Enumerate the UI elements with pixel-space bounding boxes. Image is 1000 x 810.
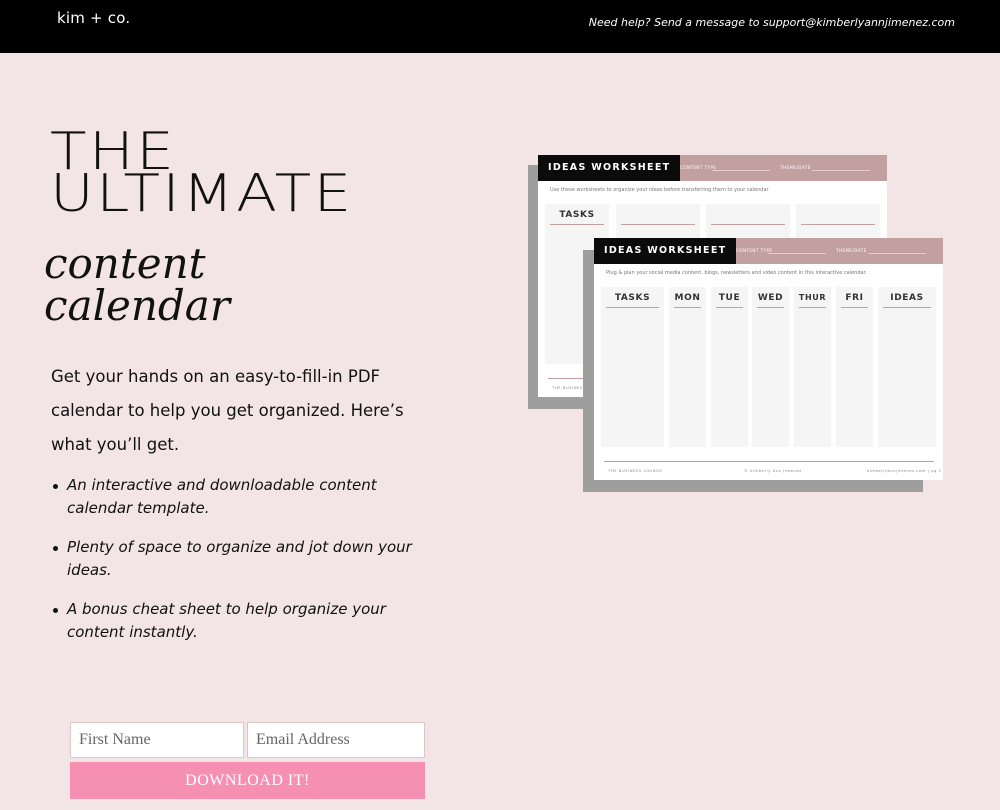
headline-line-2: ULTIMATE bbox=[50, 164, 354, 224]
footer-divider bbox=[604, 461, 934, 462]
first-name-input[interactable] bbox=[70, 722, 244, 758]
day-column-wed: WED bbox=[752, 287, 789, 447]
column-underline bbox=[883, 307, 931, 308]
theme-date-label: THEME/DATE bbox=[780, 165, 811, 170]
day-column-tue: TUE bbox=[711, 287, 748, 447]
script-headline: content calendar bbox=[44, 239, 233, 330]
list-item: A bonus cheat sheet to help organize you… bbox=[51, 598, 441, 644]
footer-left-text: THE BUSINESS LOUNGE bbox=[608, 468, 663, 473]
download-button[interactable]: DOWNLOAD IT! bbox=[70, 762, 425, 799]
column-header: MON bbox=[674, 293, 701, 303]
list-item: Plenty of space to organize and jot down… bbox=[51, 536, 441, 582]
theme-date-label: THEME/DATE bbox=[836, 248, 867, 253]
ideas-column: IDEAS bbox=[878, 287, 936, 447]
column-header: IDEAS bbox=[890, 293, 924, 303]
day-column-thur: THUR bbox=[794, 287, 831, 447]
list-item-text: A bonus cheat sheet to help organize you… bbox=[67, 600, 386, 641]
footer-right-text: kimberlyannjimenez.com | pg 1 bbox=[867, 468, 942, 473]
bullet-icon bbox=[53, 608, 58, 613]
list-item: An interactive and downloadable content … bbox=[51, 474, 441, 520]
column-header: THUR bbox=[798, 293, 827, 302]
column-header: TASKS bbox=[559, 210, 595, 220]
content-type-label: CONTENT TYPE bbox=[736, 248, 773, 253]
column-underline bbox=[801, 224, 875, 225]
email-input[interactable] bbox=[247, 722, 425, 758]
help-text[interactable]: Need help? Send a message to support@kim… bbox=[589, 16, 955, 29]
column-header: WED bbox=[757, 293, 784, 303]
column-underline bbox=[799, 307, 826, 308]
tasks-column: TASKS bbox=[601, 287, 664, 447]
column-underline bbox=[550, 224, 604, 225]
intro-paragraph: Get your hands on an easy-to-fill-in PDF… bbox=[51, 367, 404, 454]
front-worksheet: CONTENT TYPE THEME/DATE IDEAS WORKSHEET … bbox=[594, 238, 943, 480]
sheet-subtitle: Plug & plan your social media content, b… bbox=[606, 270, 867, 276]
header-underline bbox=[868, 253, 926, 254]
column-underline bbox=[757, 307, 784, 308]
sheet-title: IDEAS WORKSHEET bbox=[538, 155, 681, 181]
script-line-2: calendar bbox=[44, 281, 233, 330]
column-underline bbox=[621, 224, 695, 225]
bullet-icon bbox=[53, 546, 58, 551]
day-column-mon: MON bbox=[669, 287, 706, 447]
content-type-label: CONTENT TYPE bbox=[680, 165, 717, 170]
column-underline bbox=[606, 307, 659, 308]
footer-center-text: © Kimberly Ann Jimenez bbox=[744, 468, 802, 473]
header-underline bbox=[712, 170, 770, 171]
sheet-subtitle: Use these worksheets to organize your id… bbox=[550, 187, 769, 193]
column-underline bbox=[674, 307, 701, 308]
list-item-text: An interactive and downloadable content … bbox=[67, 476, 377, 517]
bullet-icon bbox=[53, 484, 58, 489]
header-underline bbox=[768, 253, 826, 254]
sheet-title: IDEAS WORKSHEET bbox=[594, 238, 737, 264]
list-item-text: Plenty of space to organize and jot down… bbox=[67, 538, 412, 579]
top-bar: kim + co. Need help? Send a message to s… bbox=[0, 0, 1000, 53]
column-underline bbox=[841, 307, 868, 308]
column-header: TUE bbox=[718, 293, 741, 303]
benefit-list: An interactive and downloadable content … bbox=[51, 474, 441, 660]
day-column-fri: FRI bbox=[836, 287, 873, 447]
column-header: TASKS bbox=[614, 293, 651, 303]
header-underline bbox=[812, 170, 870, 171]
column-underline bbox=[716, 307, 743, 308]
brand-logo[interactable]: kim + co. bbox=[57, 9, 130, 27]
column-header: FRI bbox=[845, 293, 864, 303]
column-underline bbox=[711, 224, 785, 225]
footer-left-text: THE BUSINESS bbox=[552, 385, 586, 390]
